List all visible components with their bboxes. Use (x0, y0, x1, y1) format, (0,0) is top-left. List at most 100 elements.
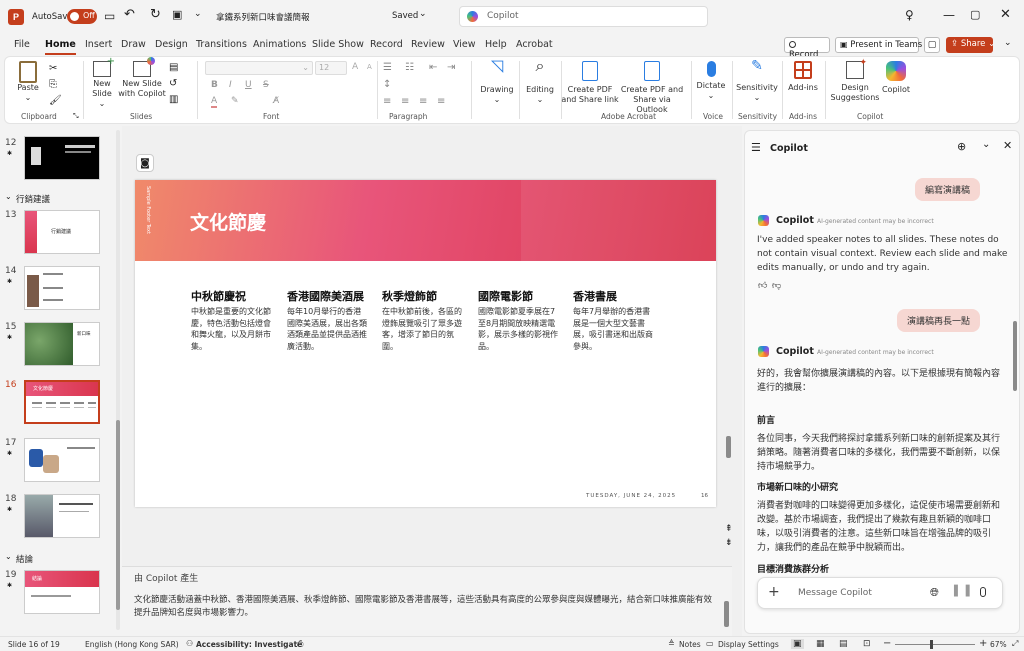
share-button[interactable]: ⇪ Share ⌄ (946, 37, 995, 53)
font-family-dropdown[interactable]: ⌄ (205, 61, 313, 75)
tab-acrobat[interactable]: Acrobat (516, 39, 553, 50)
tab-design[interactable]: Design (155, 39, 188, 50)
column-heading[interactable]: 秋季燈飾節 (382, 288, 437, 304)
section-icon[interactable]: ▥ (169, 94, 178, 105)
slide-thumbnail-15[interactable]: 新口味 (24, 322, 100, 366)
clipboard-launcher-icon[interactable]: ⤡ (73, 112, 79, 121)
cut-icon[interactable]: ✂ (49, 63, 57, 74)
save-icon[interactable]: ▭ (104, 9, 115, 23)
add-ins-button[interactable]: Add-ins (785, 61, 821, 93)
slide-counter[interactable]: Slide 16 of 19 (8, 640, 60, 649)
present-from-start-icon[interactable]: ▣ (172, 8, 182, 21)
designer-icon[interactable]: ◙ (136, 154, 154, 172)
comments-button[interactable]: ▢ (924, 37, 940, 53)
current-slide[interactable]: Sample Footer Text 文化節慶 中秋節慶祝 中秋節是重要的文化節… (135, 180, 716, 507)
sensitivity-button[interactable]: ✎ Sensitivity ⌄ (736, 59, 778, 103)
reset-icon[interactable]: ↺ (169, 78, 177, 89)
clear-format-icon[interactable]: A̸ (273, 96, 279, 106)
tab-animations[interactable]: Animations (253, 39, 306, 50)
scroll-down-icon[interactable]: ⇟ (725, 538, 733, 548)
voice-wave-icon[interactable]: ▌▐ (954, 586, 969, 597)
layout-icon[interactable]: ▤ (169, 62, 178, 73)
zoom-in-icon[interactable]: + (979, 638, 987, 649)
present-in-teams-button[interactable]: ▣ Present in Teams (835, 37, 922, 53)
pane-chevron-icon[interactable]: ⌄ (982, 139, 990, 150)
slide-title[interactable]: 文化節慶 (190, 208, 266, 235)
column-heading[interactable]: 中秋節慶祝 (191, 288, 246, 304)
slideshow-view-icon[interactable]: ⊡ (863, 639, 871, 649)
new-chat-icon[interactable]: ⊕ (957, 140, 966, 153)
scroll-up-icon[interactable]: ⇞ (725, 524, 733, 534)
new-slide-copilot-button[interactable]: New Slide with Copilot (118, 57, 166, 99)
align-right-icon[interactable]: ≡ (419, 96, 427, 107)
create-pdf-share-link-button[interactable]: Create PDF and Share link (561, 61, 619, 105)
tab-file[interactable]: File (14, 39, 30, 50)
underline-icon[interactable]: U (245, 80, 252, 90)
notes-pane[interactable]: 由 Copilot 產生 文化節慶活動涵蓋中秋節、香港國際美酒展、秋季燈飾節、國… (122, 566, 732, 636)
font-color-icon[interactable]: A (211, 96, 218, 108)
slide-thumbnail-14[interactable] (24, 266, 100, 310)
pane-close-icon[interactable]: ✕ (1003, 139, 1012, 152)
column-heading[interactable]: 國際電影節 (478, 288, 533, 304)
accessibility-status[interactable]: Accessibility: Investigate (196, 640, 302, 649)
paste-button[interactable]: Paste ⌄ (13, 61, 43, 103)
thumbs-down-icon[interactable]: 👎︎ (772, 281, 781, 291)
copilot-menu-icon[interactable]: ☰ (751, 141, 761, 154)
dictate-button[interactable]: Dictate ⌄ (695, 61, 727, 101)
ribbon-collapse-icon[interactable]: ⌄ (1004, 38, 1012, 48)
globe-icon[interactable]: 🌐︎ (930, 586, 939, 600)
italic-icon[interactable]: I (229, 80, 232, 90)
section-chevron-icon[interactable]: ⌄ (5, 552, 12, 561)
slide-thumbnail-16[interactable]: 文化節慶 (24, 380, 100, 424)
decrease-indent-icon[interactable]: ⇤ (429, 62, 437, 73)
normal-view-icon[interactable]: ▣ (791, 639, 804, 649)
autosave-toggle[interactable]: Off (67, 9, 97, 24)
design-suggestions-button[interactable]: ✦ Design Suggestions (829, 58, 881, 103)
section-chevron-icon[interactable]: ⌄ (5, 192, 12, 201)
tab-review[interactable]: Review (411, 39, 445, 50)
highlight-icon[interactable]: ✎ (231, 96, 239, 106)
zoom-slider[interactable] (895, 640, 975, 649)
close-icon[interactable]: ✕ (1000, 7, 1011, 22)
slide-thumbnail-12[interactable] (24, 136, 100, 180)
fit-to-window-icon[interactable]: ⤢ (1012, 639, 1018, 649)
section-title-2[interactable]: 結論 (16, 553, 33, 565)
tab-view[interactable]: View (453, 39, 476, 50)
column-text[interactable]: 每年7月舉辦的香港書展是一個大型文藝書展，吸引書迷和出版商參與。 (573, 306, 655, 352)
justify-icon[interactable]: ≡ (437, 96, 445, 107)
column-text[interactable]: 每年10月舉行的香港國際美酒展，展出各類酒類產品並提供品酒推廣活動。 (287, 306, 369, 352)
numbering-icon[interactable]: ☷ (405, 62, 414, 73)
maximize-icon[interactable]: ▢ (970, 8, 980, 21)
qat-more-icon[interactable]: ⌄ (194, 9, 202, 19)
drawing-button[interactable]: ◹ Drawing ⌄ (479, 58, 515, 105)
column-heading[interactable]: 香港國際美酒展 (287, 288, 364, 304)
tab-record[interactable]: Record (370, 39, 403, 50)
thumbs-up-icon[interactable]: 👍︎ (758, 281, 767, 291)
tab-transitions[interactable]: Transitions (196, 39, 247, 50)
slide-sorter-icon[interactable]: ▦ (816, 639, 825, 649)
bold-icon[interactable]: B (211, 80, 218, 90)
add-attachment-icon[interactable]: + (768, 584, 780, 600)
editor-scrollbar[interactable] (726, 146, 732, 536)
decrease-font-icon[interactable]: A (367, 63, 372, 71)
search-box[interactable]: Copilot (459, 6, 708, 27)
tab-draw[interactable]: Draw (121, 39, 146, 50)
thumbnail-scrollbar[interactable] (116, 130, 120, 630)
clip-icon[interactable]: ⎙ (297, 639, 303, 649)
copy-icon[interactable]: ⎘ (49, 79, 57, 90)
strikethrough-icon[interactable]: S (263, 80, 269, 90)
column-text[interactable]: 中秋節是重要的文化節慶，特色活動包括燈會和舞火龍，以及月餅市集。 (191, 306, 273, 352)
undo-icon[interactable]: ↶ (124, 7, 135, 22)
tab-insert[interactable]: Insert (85, 39, 112, 50)
editing-button[interactable]: ⌕ Editing ⌄ (522, 58, 558, 105)
display-settings[interactable]: Display Settings (718, 640, 779, 649)
tab-help[interactable]: Help (485, 39, 507, 50)
copilot-ribbon-button[interactable]: Copilot (879, 61, 913, 95)
column-text[interactable]: 在中秋節前後，各區的燈飾展覽吸引了眾多遊客，增添了節日的氛圍。 (382, 306, 464, 352)
zoom-out-icon[interactable]: − (883, 638, 891, 649)
tab-home[interactable]: Home (45, 39, 76, 55)
file-name[interactable]: 拿鐵系列新口味會議簡報 (216, 11, 310, 23)
slide-thumbnail-18[interactable] (24, 494, 100, 538)
zoom-level[interactable]: 67% (990, 640, 1007, 649)
create-pdf-outlook-button[interactable]: Create PDF and Share via Outlook (619, 61, 685, 115)
